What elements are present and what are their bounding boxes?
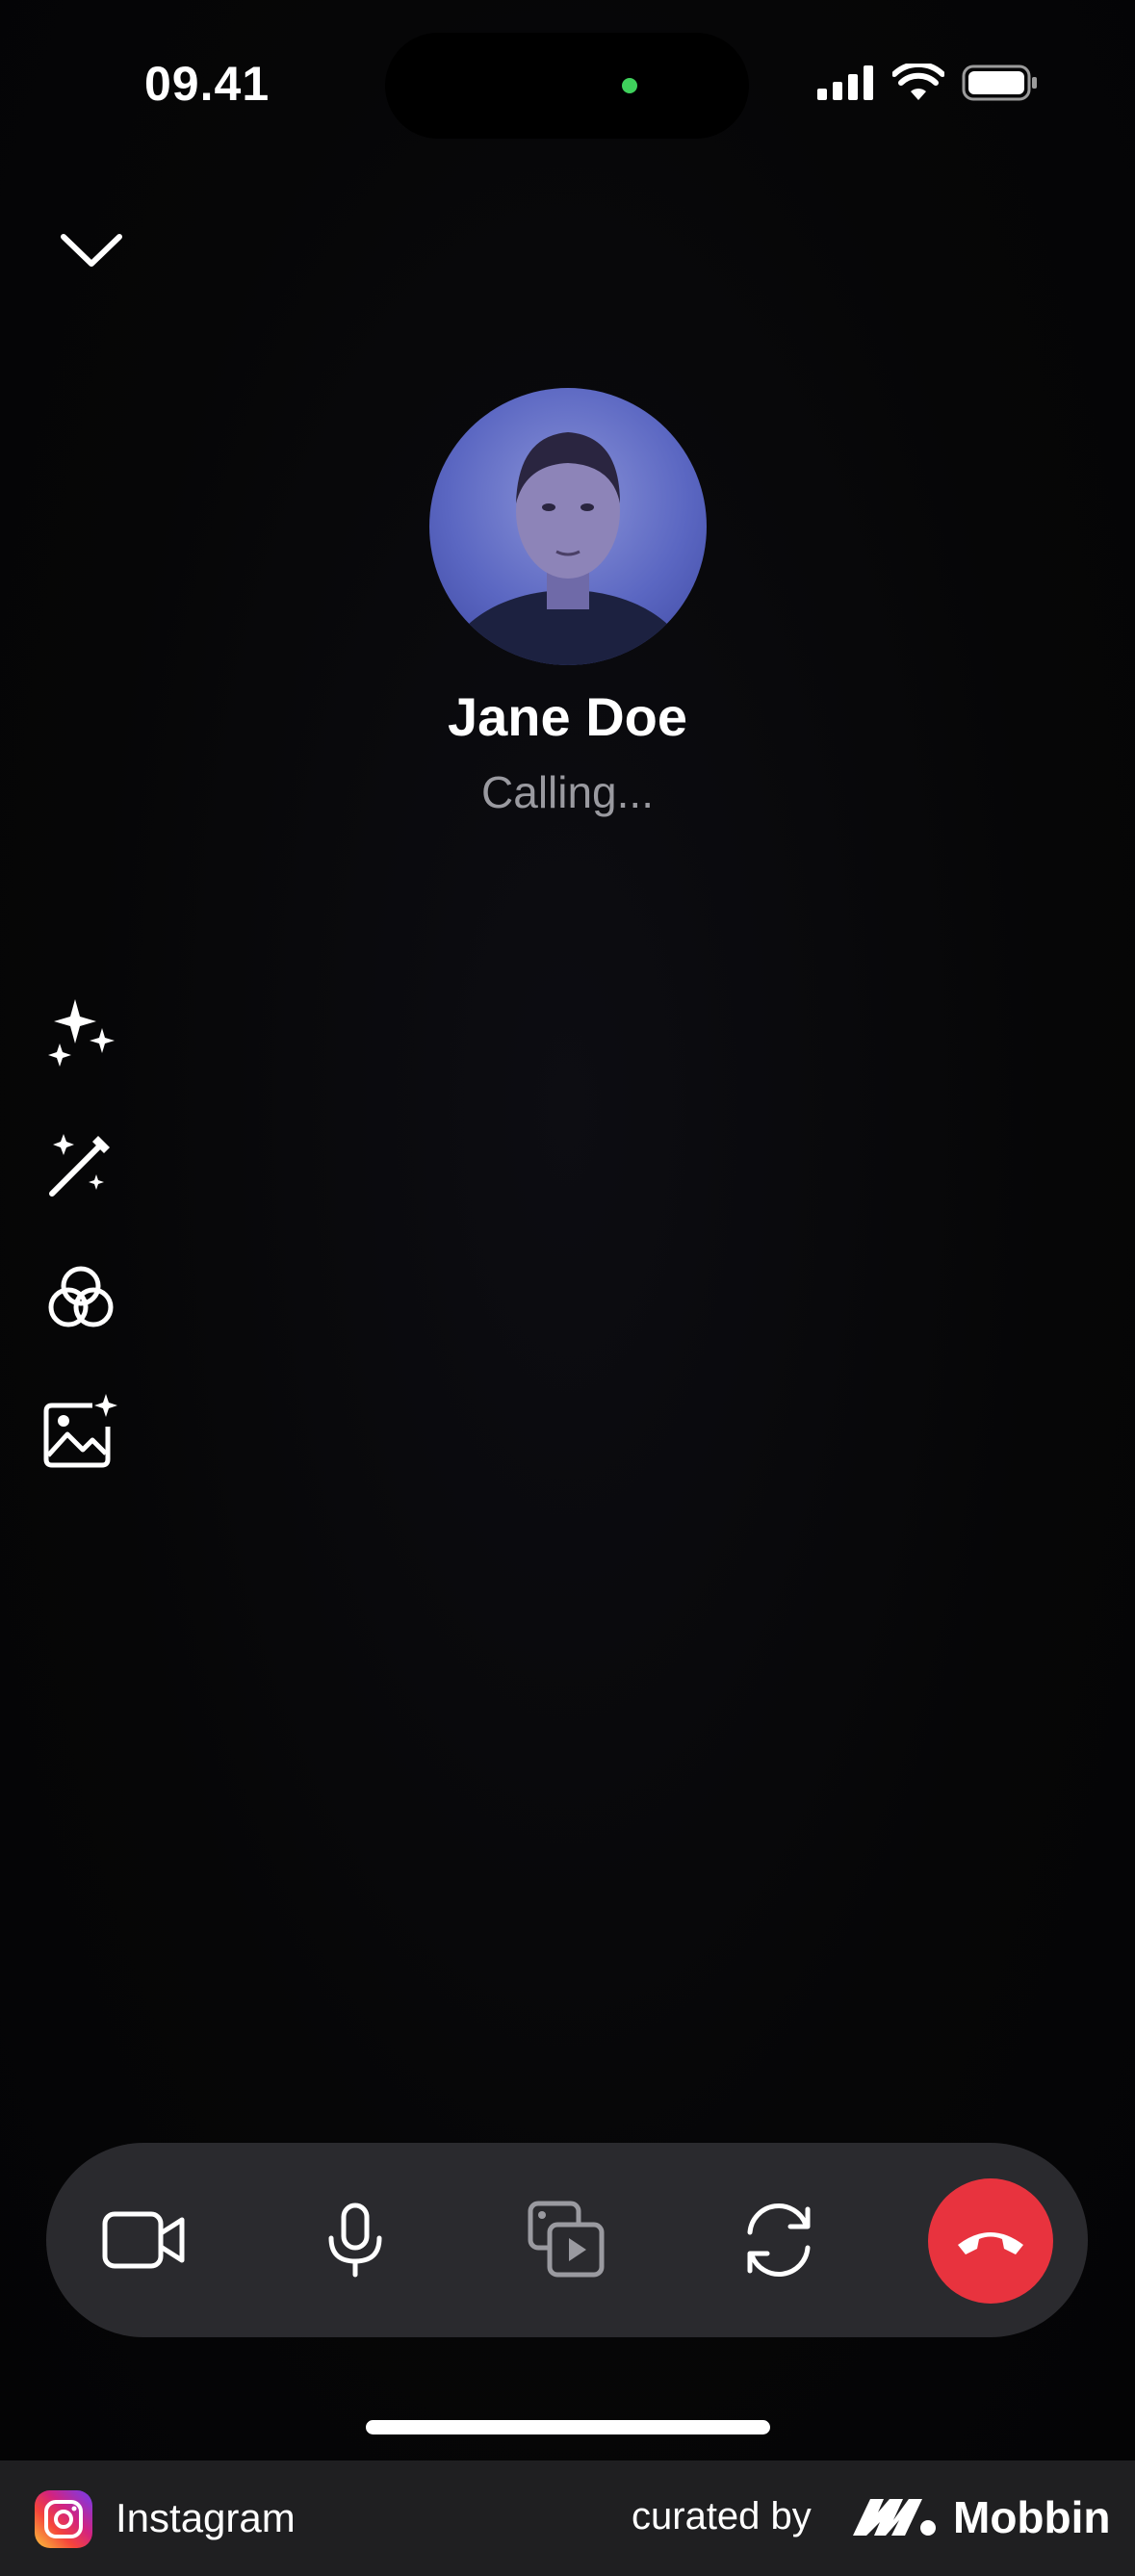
caller-name: Jane Doe bbox=[448, 686, 687, 747]
end-call-button[interactable] bbox=[928, 2178, 1053, 2304]
call-status: Calling... bbox=[481, 767, 654, 817]
camera-indicator-dot bbox=[622, 78, 637, 93]
avatar-portrait bbox=[444, 432, 692, 665]
image-sparkle-icon bbox=[43, 1394, 117, 1468]
curated-by-label: curated by bbox=[632, 2495, 812, 2537]
status-icons bbox=[817, 64, 1039, 102]
video-button[interactable] bbox=[91, 2187, 197, 2293]
instagram-logo-icon bbox=[35, 2490, 92, 2548]
call-screen bbox=[0, 0, 1135, 2460]
instagram-glyph bbox=[44, 2500, 83, 2538]
collapse-button[interactable] bbox=[58, 223, 125, 277]
mobbin-logo-icon bbox=[851, 2493, 938, 2546]
brand-name: Mobbin bbox=[953, 2492, 1111, 2542]
magic-button[interactable] bbox=[42, 1126, 119, 1203]
status-time: 09.41 bbox=[144, 57, 271, 111]
flip-camera-icon bbox=[747, 2203, 811, 2277]
video-camera-icon bbox=[102, 2211, 185, 2269]
mute-button[interactable] bbox=[302, 2187, 408, 2293]
end-call-icon bbox=[958, 2232, 1023, 2254]
flip-camera-button[interactable] bbox=[726, 2187, 832, 2293]
microphone-icon bbox=[328, 2202, 382, 2278]
cellular-signal-icon bbox=[817, 65, 873, 100]
backgrounds-button[interactable] bbox=[42, 1392, 119, 1469]
effects-button[interactable] bbox=[42, 993, 119, 1070]
sparkles-icon bbox=[48, 999, 115, 1067]
chevron-down-icon bbox=[61, 234, 122, 267]
battery-icon bbox=[962, 64, 1037, 101]
magic-wand-icon bbox=[49, 1134, 110, 1197]
caller-avatar bbox=[429, 388, 707, 665]
media-share-icon bbox=[528, 2201, 605, 2278]
filters-icon bbox=[48, 1266, 114, 1327]
app-name: Instagram bbox=[116, 2495, 296, 2540]
wifi-icon bbox=[892, 64, 944, 100]
share-media-button[interactable] bbox=[514, 2187, 620, 2293]
home-indicator[interactable] bbox=[366, 2420, 770, 2434]
dynamic-island bbox=[385, 33, 749, 139]
filters-button[interactable] bbox=[42, 1259, 119, 1336]
